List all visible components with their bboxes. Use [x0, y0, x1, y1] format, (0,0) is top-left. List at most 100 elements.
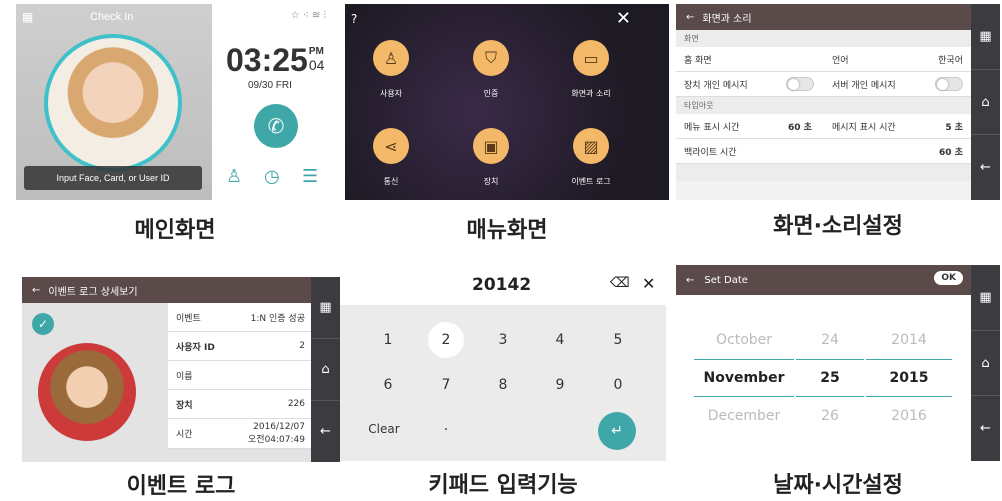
event-log-header: ← 이벤트 로그 상세보기 — [22, 277, 311, 303]
grid-menu-icon[interactable]: ▦ — [22, 10, 33, 24]
key-3[interactable]: 3 — [483, 332, 523, 348]
dot-key[interactable]: · — [426, 422, 466, 438]
day-next: 26 — [821, 408, 839, 424]
camera-view: ▦ Check In Input Face, Card, or User ID — [16, 4, 212, 200]
back-arrow-icon[interactable]: ← — [686, 12, 694, 23]
clock-time: 03:25 — [226, 42, 308, 78]
side-nav: ▦ ⌂ ← — [971, 4, 1000, 200]
share-icon: ⋖ — [373, 128, 409, 164]
key-2[interactable]: 2 — [426, 332, 466, 348]
section-next — [676, 164, 971, 181]
key-9[interactable]: 9 — [540, 377, 580, 393]
device-icon: ▣ — [473, 128, 509, 164]
home-nav-icon[interactable]: ⌂ — [311, 339, 340, 401]
menu-screen-panel: ? ✕ ♙ 사용자 ⛉ 인증 ▭ 화면과 소리 ⋖ 통신 ▣ 장치 ▨ 이벤트 … — [345, 4, 669, 200]
clear-button[interactable]: Clear — [364, 422, 404, 436]
clock-icon[interactable]: ◷ — [264, 166, 280, 187]
home-nav-icon[interactable]: ⌂ — [971, 331, 1000, 397]
back-nav-icon[interactable]: ← — [971, 135, 1000, 200]
grid-nav-icon[interactable]: ▦ — [971, 265, 1000, 331]
back-arrow-icon[interactable]: ← — [686, 275, 694, 286]
backspace-icon[interactable]: ⌫ — [610, 275, 630, 291]
clock-display: 03:25 PM 04 — [226, 42, 324, 79]
menu-item-device[interactable]: ▣ 장치 — [469, 128, 513, 187]
menu-item-label: 장치 — [483, 177, 499, 186]
home-screen-setting[interactable]: 홈 화면 — [676, 53, 824, 66]
keypad-input-bar: 20142 ⌫ ✕ — [340, 265, 666, 305]
call-button[interactable]: ✆ — [254, 104, 298, 148]
menu-item-label: 이벤트 로그 — [571, 177, 611, 186]
back-arrow-icon[interactable]: ← — [32, 285, 40, 296]
menu-item-auth[interactable]: ⛉ 인증 — [469, 40, 513, 99]
day-picker[interactable]: 24 25 26 — [796, 321, 864, 435]
server-message-toggle[interactable] — [935, 77, 963, 91]
check-in-title: Check In — [90, 11, 134, 23]
display-sound-icon: ▭ — [573, 40, 609, 76]
month-picker[interactable]: October November December — [694, 321, 794, 435]
help-icon[interactable]: ? — [351, 12, 357, 26]
detail-row-time: 시간 2016/12/07 오전04:07:49 — [168, 419, 311, 449]
ok-button[interactable]: OK — [934, 271, 963, 285]
close-icon[interactable]: ✕ — [616, 8, 631, 29]
section-screen: 화면 — [676, 30, 971, 47]
back-nav-icon[interactable]: ← — [311, 401, 340, 462]
message-timeout-value: 5 초 — [945, 122, 963, 133]
month-next: December — [707, 408, 781, 424]
menu-item-label: 사용자 — [379, 89, 403, 98]
grid-nav-icon[interactable]: ▦ — [311, 277, 340, 339]
day-prev: 24 — [821, 332, 839, 348]
menu-item-label: 인증 — [483, 89, 499, 98]
settings-header: ← 화면과 소리 — [676, 4, 971, 30]
message-timeout-label[interactable]: 메시지 표시 시간 — [824, 120, 945, 133]
set-date-panel: ← Set Date OK October November December … — [676, 265, 1000, 461]
backlight-label: 백라이트 시간 — [684, 147, 737, 158]
key-6[interactable]: 6 — [368, 377, 408, 393]
menu-item-display-sound[interactable]: ▭ 화면과 소리 — [563, 40, 619, 99]
device-message-label: 장치 개인 메시지 — [684, 80, 748, 91]
home-nav-icon[interactable]: ⌂ — [971, 70, 1000, 136]
menu-timeout-label[interactable]: 메뉴 표시 시간 — [676, 120, 788, 133]
device-message-toggle[interactable] — [786, 77, 814, 91]
user-icon[interactable]: ♙ — [226, 166, 242, 187]
back-nav-icon[interactable]: ← — [971, 396, 1000, 461]
side-nav: ▦ ⌂ ← — [971, 265, 1000, 461]
menu-item-user[interactable]: ♙ 사용자 — [369, 40, 413, 99]
main-screen-panel: ▦ Check In Input Face, Card, or User ID … — [16, 4, 334, 200]
key-4[interactable]: 4 — [540, 332, 580, 348]
side-nav: ▦ ⌂ ← — [311, 277, 340, 462]
year-prev: 2014 — [891, 332, 927, 348]
settings-row-backlight[interactable]: 백라이트 시간 60 초 — [676, 139, 971, 164]
clock-date: 09/30 FRI — [248, 80, 292, 91]
phone-icon: ✆ — [267, 114, 285, 138]
set-date-header: ← Set Date OK — [676, 265, 971, 295]
key-1[interactable]: 1 — [368, 332, 408, 348]
settings-list: 화면 홈 화면 언어 한국어 장치 개인 메시지 서버 개인 메시지 타임아웃 … — [676, 30, 971, 181]
close-icon[interactable]: ✕ — [642, 274, 655, 293]
detail-row-event: 이벤트 1:N 인증 성공 — [168, 303, 311, 332]
display-settings-caption: 화면·소리설정 — [773, 214, 903, 239]
detail-row-user-id: 사용자 ID 2 — [168, 332, 311, 361]
key-0[interactable]: 0 — [598, 377, 638, 393]
set-date-title: Set Date — [704, 274, 748, 286]
event-log-caption: 이벤트 로그 — [126, 474, 236, 499]
menu-item-network[interactable]: ⋖ 통신 — [369, 128, 413, 187]
backlight-value: 60 초 — [939, 147, 963, 158]
key-7[interactable]: 7 — [426, 377, 466, 393]
keypad-input-value[interactable]: 20142 — [472, 275, 531, 295]
year-next: 2016 — [891, 408, 927, 424]
enter-button[interactable]: ↵ — [598, 412, 636, 450]
detail-row-device: 장치 226 — [168, 390, 311, 419]
list-icon[interactable]: ☰ — [302, 166, 318, 187]
menu-item-event-log[interactable]: ▨ 이벤트 로그 — [563, 128, 619, 187]
year-picker[interactable]: 2014 2015 2016 — [866, 321, 952, 435]
key-8[interactable]: 8 — [483, 377, 523, 393]
menu-timeout-value: 60 초 — [788, 122, 812, 133]
grid-nav-icon[interactable]: ▦ — [971, 4, 1000, 70]
settings-row-timeouts: 메뉴 표시 시간 60 초 메시지 표시 시간 5 초 — [676, 114, 971, 139]
language-label[interactable]: 언어 — [824, 53, 938, 66]
input-prompt-text: Input Face, Card, or User ID — [56, 173, 170, 183]
key-5[interactable]: 5 — [598, 332, 638, 348]
clock-seconds: 04 — [308, 57, 325, 73]
year-selected: 2015 — [866, 359, 952, 397]
image-log-icon: ▨ — [573, 128, 609, 164]
